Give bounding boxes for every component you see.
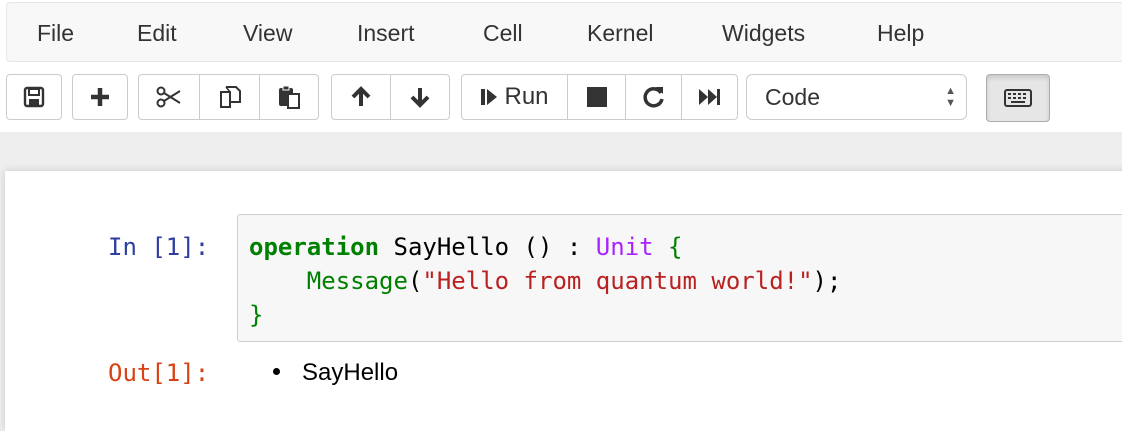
list-item: SayHello bbox=[273, 359, 398, 387]
select-arrows-icon: ▲ ▼ bbox=[945, 85, 956, 109]
command-palette-button[interactable] bbox=[986, 74, 1050, 122]
insert-cell-button[interactable] bbox=[72, 74, 128, 120]
restart-button[interactable] bbox=[625, 74, 682, 120]
code-function: Message bbox=[306, 267, 408, 295]
code-type: Unit bbox=[595, 233, 654, 261]
code-editor[interactable]: operation SayHello () : Unit { Message("… bbox=[237, 214, 1122, 342]
interrupt-button[interactable] bbox=[567, 74, 626, 120]
cell-type-select[interactable]: Code ▲ ▼ bbox=[746, 74, 967, 120]
output-item-text: SayHello bbox=[302, 359, 399, 386]
scissors-icon bbox=[156, 86, 181, 108]
plus-icon bbox=[91, 88, 109, 106]
save-icon bbox=[23, 86, 45, 108]
code-open-brace: { bbox=[653, 233, 683, 261]
input-prompt: In [1]: bbox=[108, 233, 210, 261]
save-button[interactable] bbox=[6, 74, 62, 120]
arrow-down-icon bbox=[410, 88, 430, 108]
code-signature: SayHello () : bbox=[379, 233, 596, 261]
copy-button[interactable] bbox=[199, 74, 260, 120]
refresh-icon bbox=[642, 87, 664, 108]
code-content[interactable]: operation SayHello () : Unit { Message("… bbox=[249, 230, 841, 332]
step-forward-icon bbox=[481, 89, 498, 105]
output-list: SayHello bbox=[273, 359, 398, 387]
move-down-button[interactable] bbox=[390, 74, 450, 120]
run-label: Run bbox=[504, 83, 549, 110]
copy-icon bbox=[219, 86, 241, 108]
fast-forward-icon bbox=[698, 89, 720, 105]
menu-kernel[interactable]: Kernel bbox=[587, 19, 653, 47]
cut-button[interactable] bbox=[138, 74, 200, 120]
code-close-brace: } bbox=[249, 301, 264, 329]
output-prompt: Out[1]: bbox=[108, 359, 210, 387]
notebook-container: In [1]: operation SayHello () : Unit { M… bbox=[5, 171, 1122, 431]
code-string: "Hello from quantum world!" bbox=[422, 267, 813, 295]
menubar: File Edit View Insert Cell Kernel Widget… bbox=[0, 0, 1122, 62]
arrow-up-icon bbox=[351, 86, 371, 106]
menu-view[interactable]: View bbox=[243, 19, 292, 47]
run-all-button[interactable] bbox=[681, 74, 738, 120]
code-open-paren: ( bbox=[407, 267, 423, 295]
toolbar: Run Code ▲ ▼ bbox=[0, 62, 1122, 132]
menu-edit[interactable]: Edit bbox=[137, 19, 177, 47]
menu-file[interactable]: File bbox=[37, 19, 74, 47]
menubar-container: File Edit View Insert Cell Kernel Widget… bbox=[6, 2, 1122, 62]
menu-help[interactable]: Help bbox=[877, 19, 924, 47]
code-keyword: operation bbox=[249, 233, 380, 261]
paste-button[interactable] bbox=[259, 74, 319, 120]
menu-cell[interactable]: Cell bbox=[483, 19, 523, 47]
menu-widgets[interactable]: Widgets bbox=[722, 19, 805, 47]
keyboard-icon bbox=[1004, 89, 1032, 107]
stop-icon bbox=[586, 87, 607, 107]
bullet-icon bbox=[273, 368, 280, 376]
paste-icon bbox=[279, 85, 300, 109]
cell-type-value: Code bbox=[765, 84, 820, 110]
code-close-paren: ); bbox=[812, 267, 842, 295]
move-up-button[interactable] bbox=[331, 74, 391, 120]
menu-insert[interactable]: Insert bbox=[357, 19, 415, 47]
run-button[interactable]: Run bbox=[461, 74, 568, 120]
